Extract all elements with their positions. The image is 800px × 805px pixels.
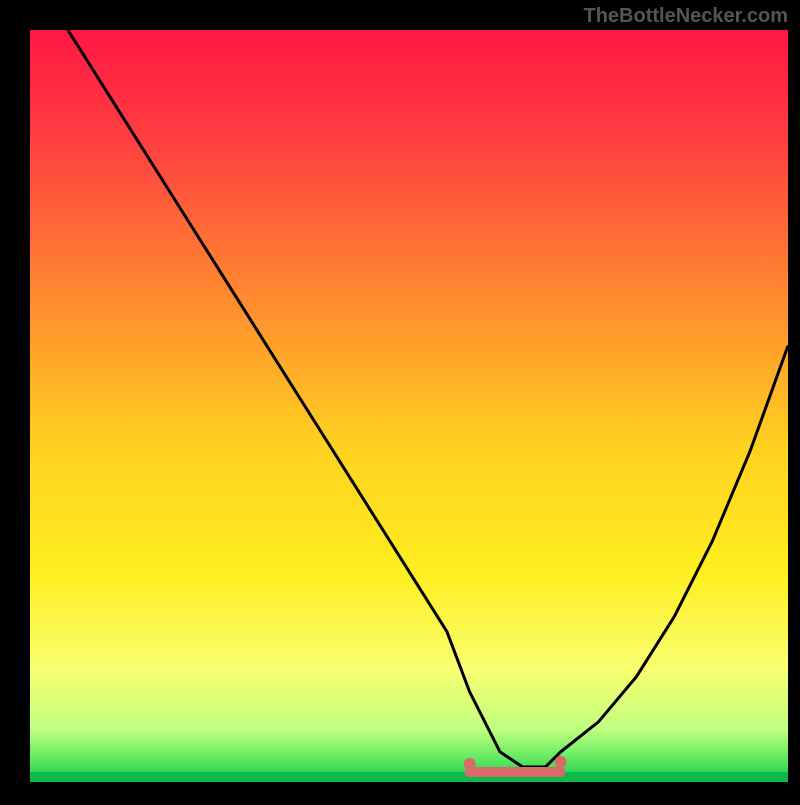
bottleneck-chart <box>0 0 800 800</box>
optimal-start-dot <box>464 758 476 770</box>
baseline-band <box>30 772 788 782</box>
optimal-end-dot <box>555 756 567 768</box>
watermark-text: TheBottleNecker.com <box>583 5 788 28</box>
chart-svg <box>0 0 800 800</box>
plot-background <box>30 30 788 782</box>
